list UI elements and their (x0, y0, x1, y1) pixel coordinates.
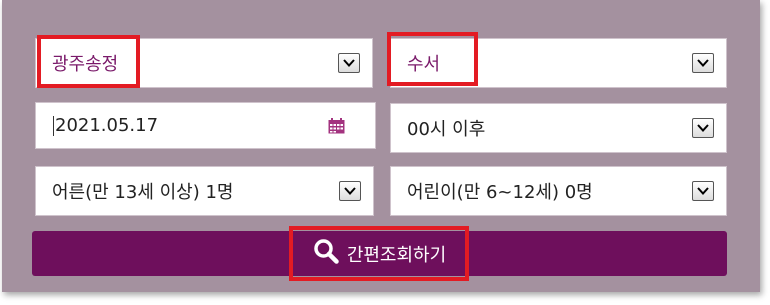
chevron-down-icon[interactable] (339, 181, 361, 201)
chevron-down-icon[interactable] (338, 53, 360, 73)
time-value: 00시 이후 (407, 119, 486, 140)
arrival-station-select[interactable]: 수서 (390, 38, 727, 88)
quick-search-label: 간편조회하기 (346, 244, 447, 266)
calendar-icon[interactable] (328, 117, 345, 134)
chevron-down-icon[interactable] (692, 118, 714, 138)
quick-search-button[interactable]: 간편조회하기 (32, 231, 727, 276)
chevron-down-icon[interactable] (692, 181, 714, 201)
time-select[interactable]: 00시 이후 (390, 103, 727, 153)
booking-panel: 광주송정 수서 2021.05.17 00시 이후 어른(만 13세 이상) 1… (2, 0, 760, 292)
child-count-value: 어린이(만 6~12세) 0명 (407, 182, 593, 203)
departure-station-select[interactable]: 광주송정 (35, 38, 373, 88)
adult-count-select[interactable]: 어른(만 13세 이상) 1명 (35, 166, 374, 216)
date-value: 2021.05.17 (55, 115, 159, 136)
search-icon (313, 238, 339, 269)
departure-station-value: 광주송정 (52, 54, 119, 75)
arrival-station-value: 수서 (407, 54, 441, 75)
text-cursor (53, 115, 54, 136)
child-count-select[interactable]: 어린이(만 6~12세) 0명 (390, 166, 727, 216)
chevron-down-icon[interactable] (692, 53, 714, 73)
date-input[interactable]: 2021.05.17 (35, 102, 376, 149)
adult-count-value: 어른(만 13세 이상) 1명 (52, 182, 234, 203)
